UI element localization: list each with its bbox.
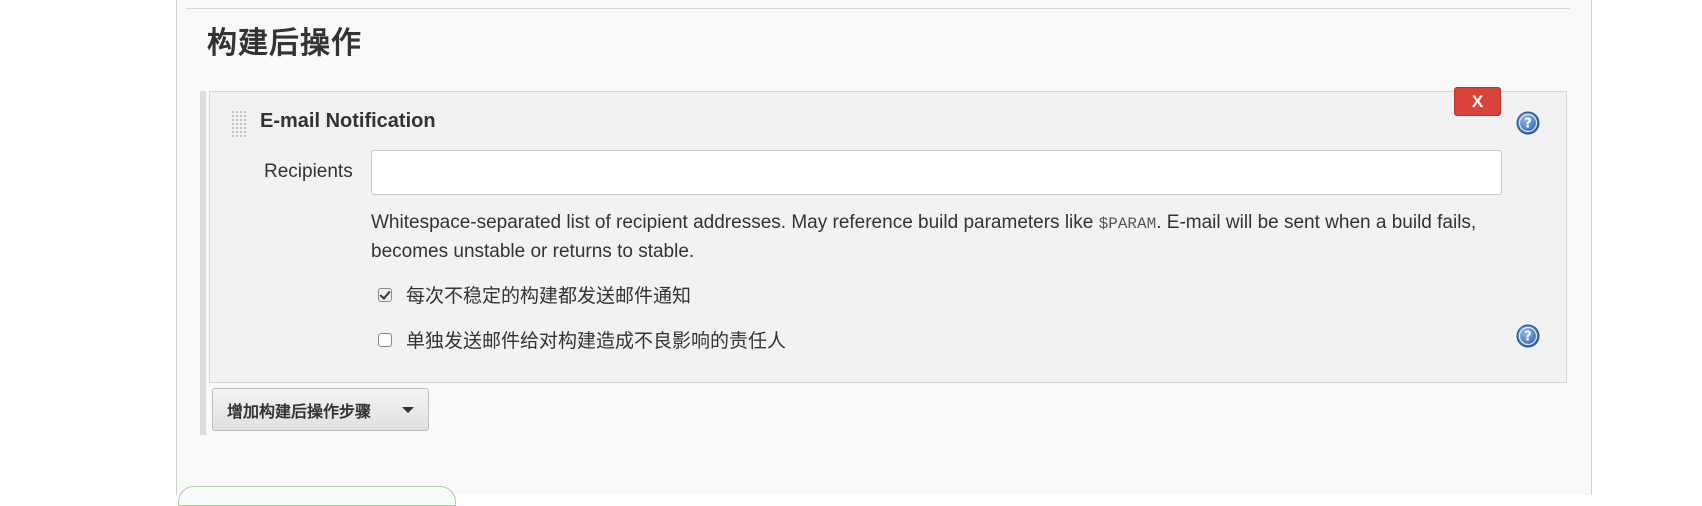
notify-culprits-checkbox[interactable] — [378, 333, 392, 347]
section-divider — [186, 8, 1570, 9]
recipients-help-text: Whitespace-separated list of recipient a… — [371, 209, 1496, 266]
recipients-label: Recipients — [264, 161, 353, 182]
help-icon[interactable]: ? — [1516, 111, 1540, 135]
delete-step-button[interactable]: X — [1454, 87, 1501, 116]
drag-handle-icon[interactable] — [231, 110, 248, 137]
add-post-build-step-button[interactable]: 增加构建后操作步骤 — [212, 388, 429, 431]
param-code: $PARAM — [1098, 215, 1157, 233]
unstable-notify-label: 每次不稳定的构建都发送邮件通知 — [406, 285, 692, 307]
help-icon[interactable]: ? — [1516, 324, 1540, 348]
notify-culprits-label: 单独发送邮件给对构建造成不良影响的责任人 — [406, 330, 787, 352]
section-indicator-bar — [200, 91, 206, 435]
bottom-partial-tab — [178, 486, 456, 506]
recipients-input[interactable] — [371, 150, 1502, 195]
section-title: 构建后操作 — [207, 26, 362, 61]
checkmark-icon — [379, 288, 391, 300]
svg-text:?: ? — [1524, 117, 1532, 132]
help-text-part: Whitespace-separated list of recipient a… — [371, 212, 1099, 233]
svg-text:?: ? — [1524, 330, 1532, 345]
caret-down-icon — [402, 407, 414, 413]
add-step-label: 增加构建后操作步骤 — [227, 401, 372, 421]
step-title: E-mail Notification — [260, 110, 436, 132]
unstable-notify-checkbox[interactable] — [378, 288, 392, 302]
